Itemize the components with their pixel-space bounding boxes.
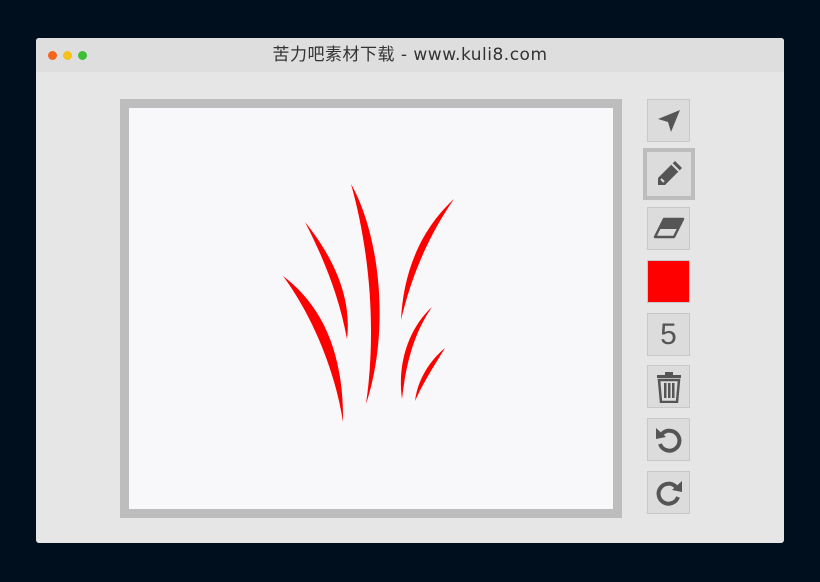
undo-button[interactable] [647, 418, 690, 461]
navigation-arrow-icon [657, 109, 680, 132]
stroke-blade-5 [400, 307, 432, 399]
brush-size-value: 5 [660, 317, 677, 351]
undo-icon [655, 427, 681, 453]
pencil-tool-button[interactable] [643, 148, 695, 200]
stroke-blade-3 [351, 184, 380, 404]
canvas-frame [120, 99, 622, 518]
redo-icon [656, 480, 682, 506]
stroke-blade-4 [401, 199, 454, 320]
app-window: 苦力吧素材下载 - www.kuli8.com 5 [36, 38, 784, 543]
title-bar: 苦力吧素材下载 - www.kuli8.com [36, 38, 784, 72]
select-tool-button[interactable] [647, 99, 690, 142]
color-picker-swatch[interactable] [647, 260, 690, 303]
redo-button[interactable] [647, 471, 690, 514]
clear-canvas-button[interactable] [647, 365, 690, 408]
drawing-canvas[interactable] [129, 108, 613, 509]
window-title: 苦力吧素材下载 - www.kuli8.com [272, 45, 548, 65]
pencil-icon [658, 161, 682, 185]
stroke-blade-1 [283, 276, 344, 422]
brush-size-control[interactable]: 5 [647, 313, 690, 356]
trash-icon [656, 371, 681, 403]
stroke-blade-6 [415, 348, 445, 401]
drawing-strokes [283, 184, 454, 422]
eraser-tool-button[interactable] [647, 207, 690, 250]
eraser-icon [653, 217, 684, 238]
